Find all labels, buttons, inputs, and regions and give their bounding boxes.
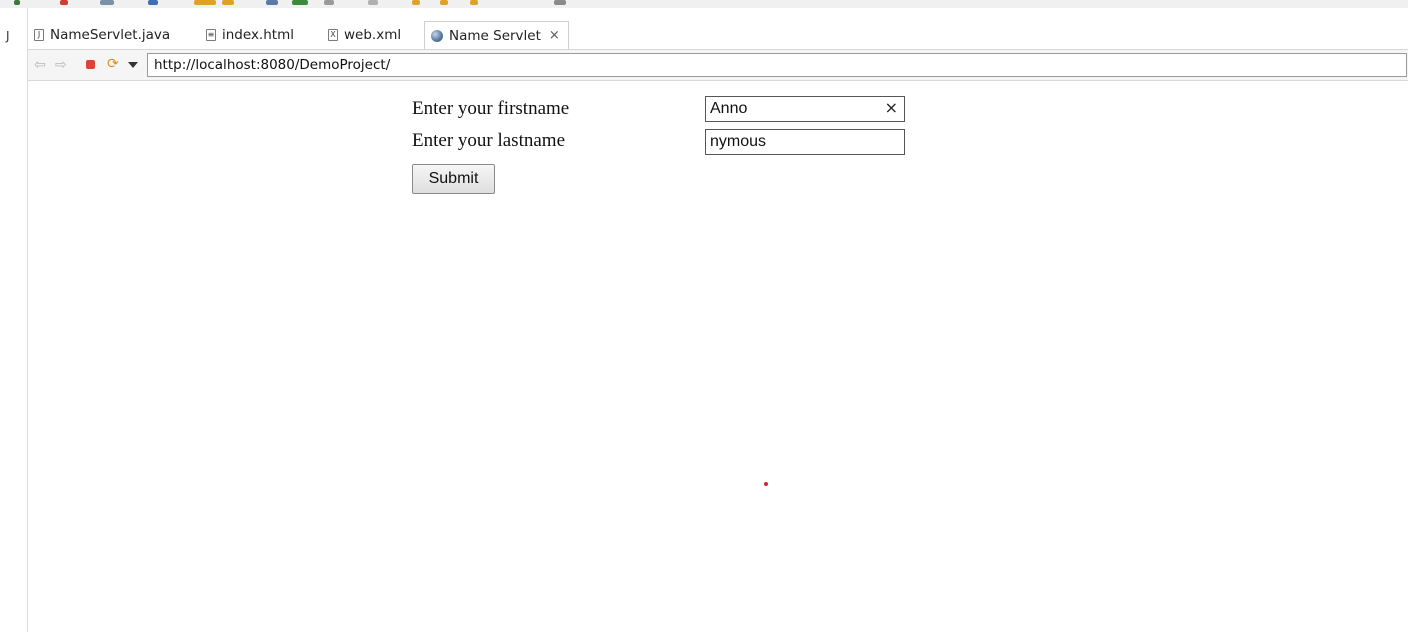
globe-icon: [431, 29, 443, 42]
toolbar-icon[interactable]: [292, 0, 308, 5]
toolbar-icon[interactable]: [60, 0, 68, 5]
toolbar-icon[interactable]: [266, 0, 278, 5]
red-dot: [764, 482, 768, 486]
xml-file-icon: X: [328, 29, 338, 41]
toolbar-icon[interactable]: [440, 0, 448, 5]
tab-nameservlet-java[interactable]: J NameServlet.java: [34, 23, 170, 47]
tab-label: NameServlet.java: [50, 27, 171, 43]
eclipse-toolbar: [0, 0, 1408, 8]
tab-label: index.html: [222, 27, 294, 43]
url-input[interactable]: http://localhost:8080/DemoProject/: [147, 53, 1407, 77]
html-file-icon: ≡: [206, 29, 216, 41]
gutter-glyph: J: [6, 29, 10, 43]
tab-label: Name Servlet: [449, 27, 541, 44]
back-arrow-icon[interactable]: ⇦: [34, 57, 46, 73]
lastname-label: Enter your lastname: [412, 130, 566, 151]
forward-arrow-icon[interactable]: ⇨: [55, 57, 67, 73]
toolbar-icon[interactable]: [14, 0, 20, 5]
toolbar-icon[interactable]: [194, 0, 216, 5]
submit-button[interactable]: Submit: [412, 164, 495, 194]
firstname-value: Anno: [710, 100, 748, 117]
web-page-content: Enter your firstname Anno × Enter your l…: [28, 81, 1408, 632]
tab-name-servlet[interactable]: Name Servlet ×: [424, 21, 569, 49]
toolbar-icon[interactable]: [222, 0, 234, 5]
close-icon[interactable]: ×: [549, 28, 560, 43]
tab-label: web.xml: [344, 27, 402, 43]
lastname-input[interactable]: nymous: [705, 129, 905, 155]
chevron-down-icon[interactable]: [128, 62, 138, 68]
toolbar-icon[interactable]: [148, 0, 158, 5]
toolbar-icon[interactable]: [470, 0, 478, 5]
java-file-icon: J: [34, 29, 44, 41]
toolbar-icon[interactable]: [412, 0, 420, 5]
editor-tab-bar: J NameServlet.java ≡ index.html X web.xm…: [28, 19, 1408, 50]
tab-index-html[interactable]: ≡ index.html: [206, 23, 294, 47]
toolbar-icon[interactable]: [324, 0, 334, 5]
firstname-label: Enter your firstname: [412, 98, 570, 119]
stop-icon[interactable]: [86, 60, 95, 69]
clear-input-icon[interactable]: ×: [885, 99, 898, 117]
firstname-input[interactable]: Anno ×: [705, 96, 905, 122]
lastname-value: nymous: [710, 133, 767, 150]
tab-web-xml[interactable]: X web.xml: [328, 23, 401, 47]
toolbar-icon[interactable]: [100, 0, 114, 5]
toolbar-icon[interactable]: [368, 0, 378, 5]
toolbar-icon[interactable]: [554, 0, 566, 5]
browser-nav-bar: ⇦ ⇨ ⟳ http://localhost:8080/DemoProject/: [28, 50, 1408, 81]
left-gutter: J: [0, 8, 28, 632]
refresh-icon[interactable]: ⟳: [107, 56, 119, 72]
